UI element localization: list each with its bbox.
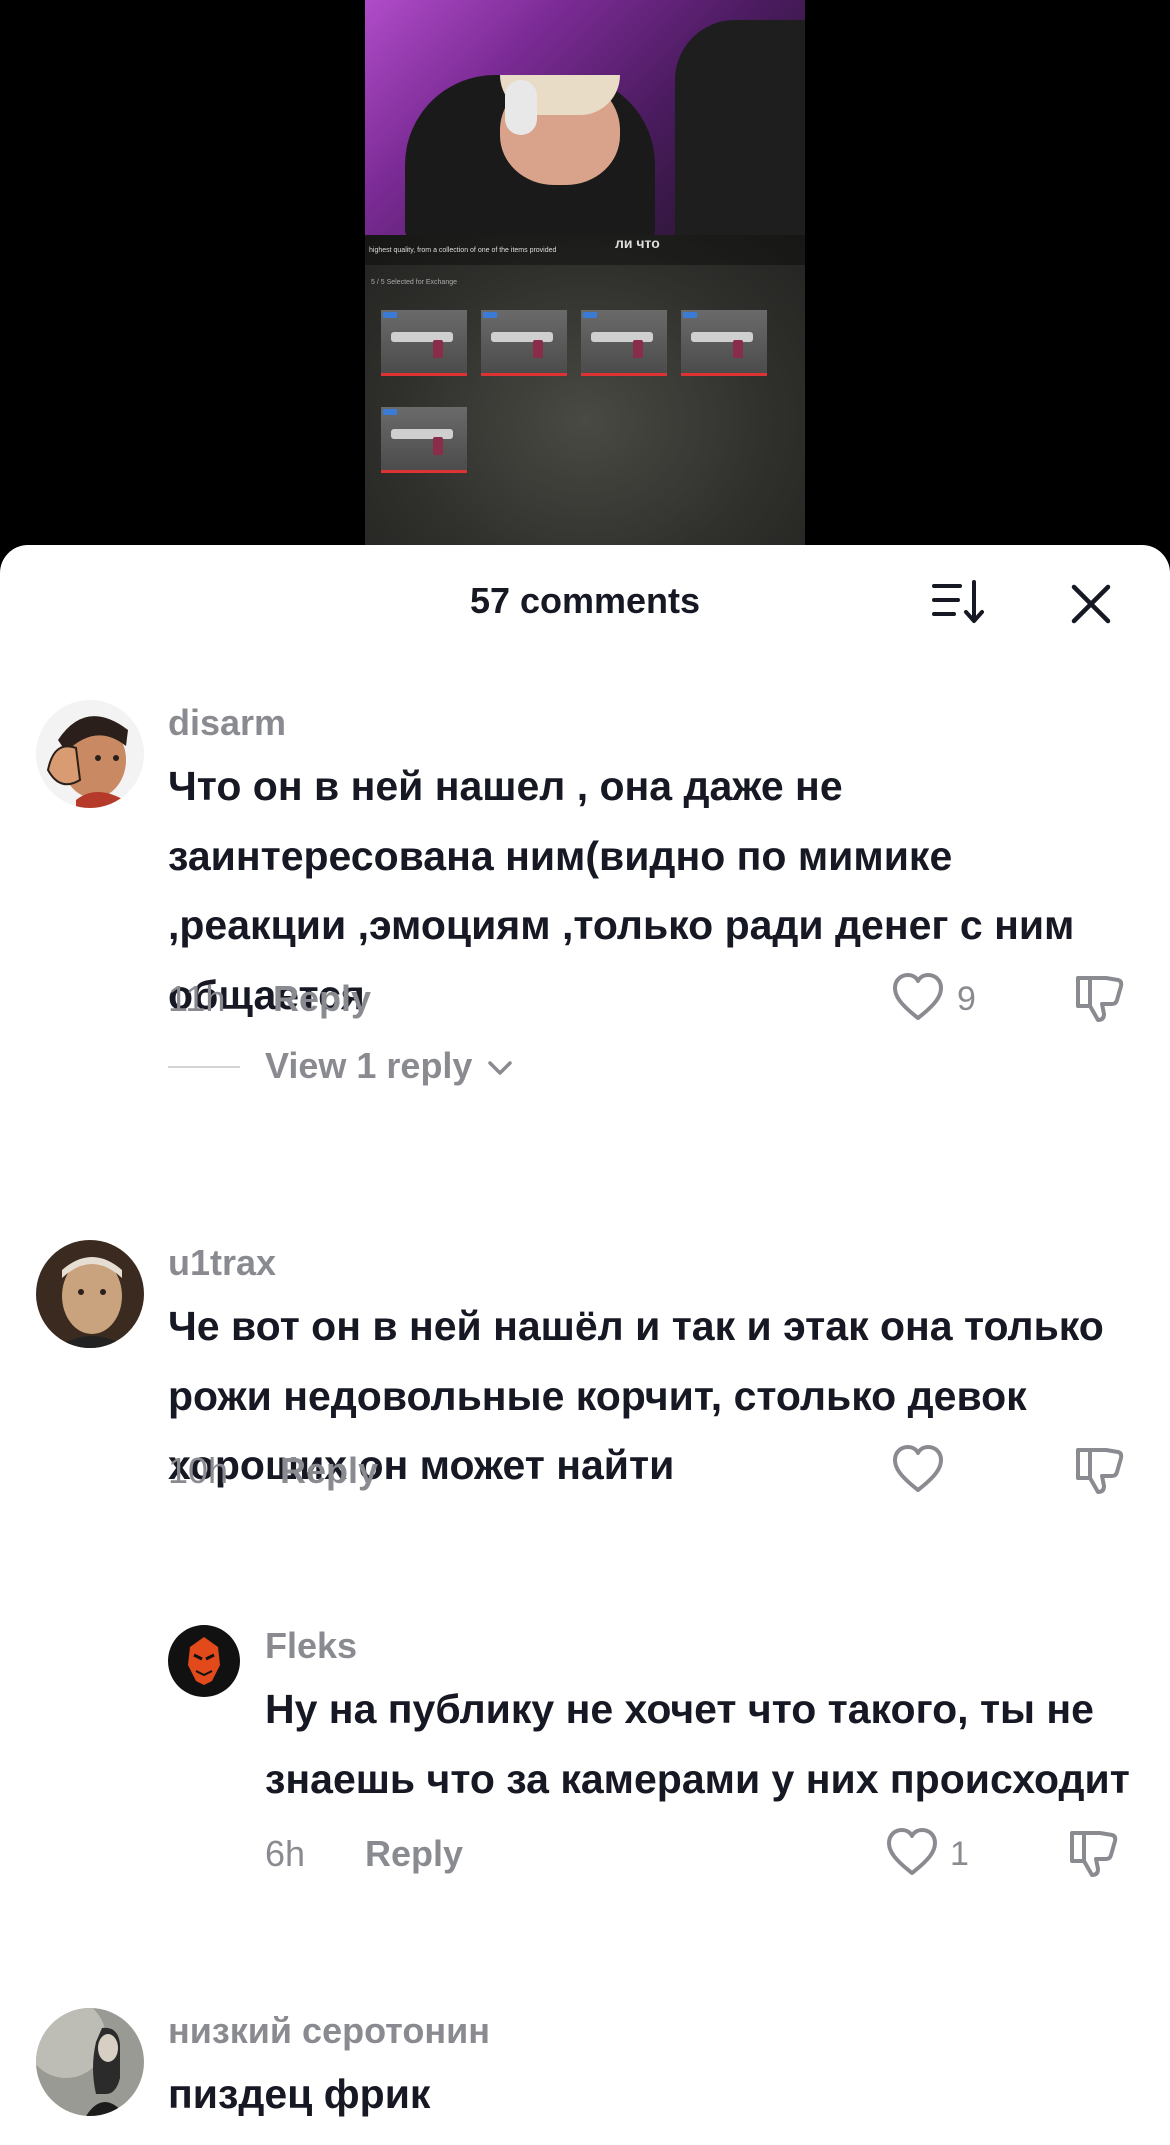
avatar[interactable] [168,1625,240,1697]
heart-icon[interactable] [890,1442,946,1498]
view-replies-button[interactable]: View 1 reply [265,1045,514,1087]
thumbs-down-icon[interactable] [1064,1825,1120,1881]
view-replies-label: View 1 reply [265,1045,473,1086]
chevron-down-icon [488,1061,513,1076]
comment-timestamp: 10h [168,1450,229,1491]
like-count: 1 [950,1835,969,1873]
heart-icon[interactable] [890,970,946,1026]
comment-timestamp: 6h [265,1833,306,1874]
game-item-card [381,310,467,376]
avatar[interactable] [36,2008,144,2116]
reply-button[interactable]: Reply [273,978,371,1020]
sort-icon[interactable] [930,578,986,626]
replies-divider [168,1066,240,1068]
streamer-webcam [365,0,805,240]
video-overlay-text: ли что [615,235,660,251]
comments-sheet: 57 comments disarm Что он в ней нашел , … [0,545,1170,2145]
comment-username[interactable]: низкий серотонин [168,2010,490,2052]
video-frame[interactable]: highest quality, from a collection of on… [365,0,805,545]
like-count: 9 [957,980,976,1018]
game-item-card [581,310,667,376]
comment-username[interactable]: disarm [168,702,286,744]
avatar[interactable] [36,700,144,808]
thumbs-down-icon[interactable] [1070,970,1126,1026]
game-caption: highest quality, from a collection of on… [365,235,805,265]
avatar[interactable] [36,1240,144,1348]
game-item-card [481,310,567,376]
game-selected-count: 5 / 5 Selected for Exchange [371,279,457,286]
heart-icon[interactable] [884,1825,940,1881]
comment-text: пиздец фрик [168,2071,431,2117]
game-item-card [381,407,467,473]
thumbs-down-icon[interactable] [1070,1442,1126,1498]
second-person-figure [675,20,805,240]
game-screen: highest quality, from a collection of on… [365,235,805,545]
reply-button[interactable]: Reply [365,1833,463,1875]
comment-timestamp: 11h [168,978,226,1019]
close-icon[interactable] [1068,581,1114,627]
streamer-figure [405,75,655,240]
comment-text: Ну на публику не хочет что такого, ты не… [265,1686,1130,1802]
comment-username[interactable]: Fleks [265,1625,357,1667]
game-item-card [681,310,767,376]
comment-username[interactable]: u1trax [168,1242,276,1284]
reply-button[interactable]: Reply [280,1450,378,1492]
comments-count-title: 57 comments [469,580,701,621]
video-player[interactable]: highest quality, from a collection of on… [0,0,1170,560]
